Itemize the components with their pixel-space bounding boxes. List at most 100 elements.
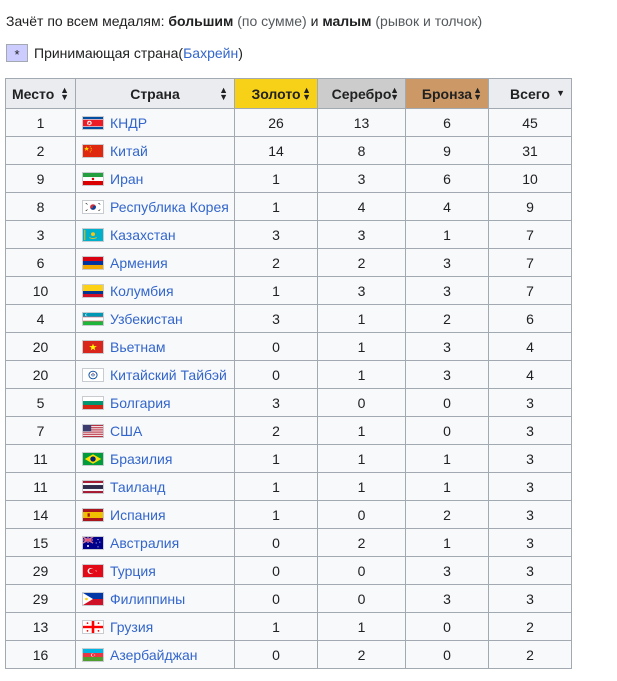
silver-cell: 1 <box>317 612 406 641</box>
bronze-cell: 1 <box>405 220 489 249</box>
header-total[interactable]: Всего ▼ <box>488 78 572 109</box>
country-link[interactable]: Республика Корея <box>110 199 229 215</box>
gold-cell: 2 <box>234 248 318 277</box>
total-cell: 3 <box>488 500 572 529</box>
header-rank[interactable]: Место ▲ ▼ <box>5 78 76 109</box>
rank-cell: 3 <box>5 220 76 249</box>
table-row: 8 Республика Корея 1 4 4 9 <box>5 192 572 221</box>
country-link[interactable]: Иран <box>110 171 143 187</box>
table-row: 20 Китайский Тайбэй 0 1 3 4 <box>5 360 572 389</box>
flag-usa-icon <box>82 423 104 438</box>
country-link[interactable]: Болгария <box>110 395 171 411</box>
intro-and: и <box>310 13 323 29</box>
country-link[interactable]: Испания <box>110 507 166 523</box>
bronze-cell: 1 <box>405 444 489 473</box>
country-link[interactable]: Узбекистан <box>110 311 183 327</box>
header-bronze[interactable]: Бронза ▲ ▼ <box>405 78 489 109</box>
total-cell: 9 <box>488 192 572 221</box>
rank-cell: 13 <box>5 612 76 641</box>
country-cell: Австралия <box>75 528 235 557</box>
country-link[interactable]: Бразилия <box>110 451 172 467</box>
country-link[interactable]: США <box>110 423 142 439</box>
country-link[interactable]: Филиппины <box>110 591 185 607</box>
flag-philippines-icon <box>82 591 104 606</box>
header-rank-label: Место <box>12 85 55 102</box>
silver-cell: 1 <box>317 304 406 333</box>
silver-cell: 1 <box>317 472 406 501</box>
table-row: 20 Вьетнам 0 1 3 4 <box>5 332 572 361</box>
host-marker: * <box>6 44 28 62</box>
country-link[interactable]: Казахстан <box>110 227 176 243</box>
total-cell: 7 <box>488 248 572 277</box>
sort-icon: ▲ ▼ <box>302 85 311 102</box>
table-row: 13 Грузия 1 1 0 2 <box>5 612 572 641</box>
country-link[interactable]: Армения <box>110 255 168 271</box>
table-row: 7 США 2 1 0 3 <box>5 416 572 445</box>
sort-desc-icon: ▼ <box>556 88 565 98</box>
flag-south-korea-icon <box>82 199 104 214</box>
country-link[interactable]: Вьетнам <box>110 339 166 355</box>
silver-cell: 0 <box>317 500 406 529</box>
rank-cell: 29 <box>5 584 76 613</box>
country-link[interactable]: Австралия <box>110 535 179 551</box>
table-row: 11 Таиланд 1 1 1 3 <box>5 472 572 501</box>
rank-cell: 29 <box>5 556 76 585</box>
bronze-cell: 3 <box>405 556 489 585</box>
table-row: 29 Филиппины 0 0 3 3 <box>5 584 572 613</box>
table-row: 2 Китай 14 8 9 31 <box>5 136 572 165</box>
host-country-link[interactable]: Бахрейн <box>183 45 238 61</box>
total-cell: 3 <box>488 444 572 473</box>
header-silver[interactable]: Серебро ▲ ▼ <box>317 78 406 109</box>
gold-cell: 0 <box>234 360 318 389</box>
country-link[interactable]: Азербайджан <box>110 647 198 663</box>
bronze-cell: 0 <box>405 612 489 641</box>
flag-bulgaria-icon <box>82 395 104 410</box>
header-country[interactable]: Страна ▲ ▼ <box>75 78 235 109</box>
total-cell: 7 <box>488 276 572 305</box>
country-cell: Вьетнам <box>75 332 235 361</box>
rank-cell: 7 <box>5 416 76 445</box>
country-link[interactable]: КНДР <box>110 115 147 131</box>
gold-cell: 0 <box>234 332 318 361</box>
country-link[interactable]: Китай <box>110 143 148 159</box>
intro-prefix: Зачёт по всем медалям: <box>6 13 169 29</box>
gold-cell: 0 <box>234 528 318 557</box>
country-link[interactable]: Грузия <box>110 619 153 635</box>
gold-cell: 0 <box>234 584 318 613</box>
header-total-label: Всего <box>510 85 550 102</box>
table-row: 5 Болгария 3 0 0 3 <box>5 388 572 417</box>
country-cell: Республика Корея <box>75 192 235 221</box>
country-cell: Казахстан <box>75 220 235 249</box>
flag-uzbekistan-icon <box>82 311 104 326</box>
gold-cell: 0 <box>234 556 318 585</box>
gold-cell: 1 <box>234 444 318 473</box>
total-cell: 6 <box>488 304 572 333</box>
bronze-cell: 3 <box>405 584 489 613</box>
sort-icon: ▲ ▼ <box>473 85 482 102</box>
country-link[interactable]: Колумбия <box>110 283 174 299</box>
flag-spain-icon <box>82 507 104 522</box>
gold-cell: 1 <box>234 164 318 193</box>
gold-cell: 1 <box>234 276 318 305</box>
header-gold[interactable]: Золото ▲ ▼ <box>234 78 318 109</box>
country-cell: Узбекистан <box>75 304 235 333</box>
bronze-cell: 4 <box>405 192 489 221</box>
total-cell: 3 <box>488 556 572 585</box>
rank-cell: 11 <box>5 444 76 473</box>
rank-cell: 1 <box>5 108 76 137</box>
intro-paren-lifts: (рывок и толчок) <box>371 13 483 29</box>
rank-cell: 8 <box>5 192 76 221</box>
header-country-label: Страна <box>130 85 180 102</box>
country-link[interactable]: Китайский Тайбэй <box>110 367 227 383</box>
flag-kazakhstan-icon <box>82 227 104 242</box>
table-row: 1 КНДР 26 13 6 45 <box>5 108 572 137</box>
country-link[interactable]: Таиланд <box>110 479 165 495</box>
flag-azerbaijan-icon <box>82 647 104 662</box>
header-bronze-label: Бронза <box>421 85 473 102</box>
sort-icon: ▲ ▼ <box>390 85 399 102</box>
country-link[interactable]: Турция <box>110 563 156 579</box>
medal-table-body: 1 КНДР 26 13 6 45 2 Китай 14 8 9 31 9 Иран 1 3 6 10 8 Респу… <box>5 108 572 669</box>
silver-cell: 13 <box>317 108 406 137</box>
country-cell: Болгария <box>75 388 235 417</box>
rank-cell: 14 <box>5 500 76 529</box>
